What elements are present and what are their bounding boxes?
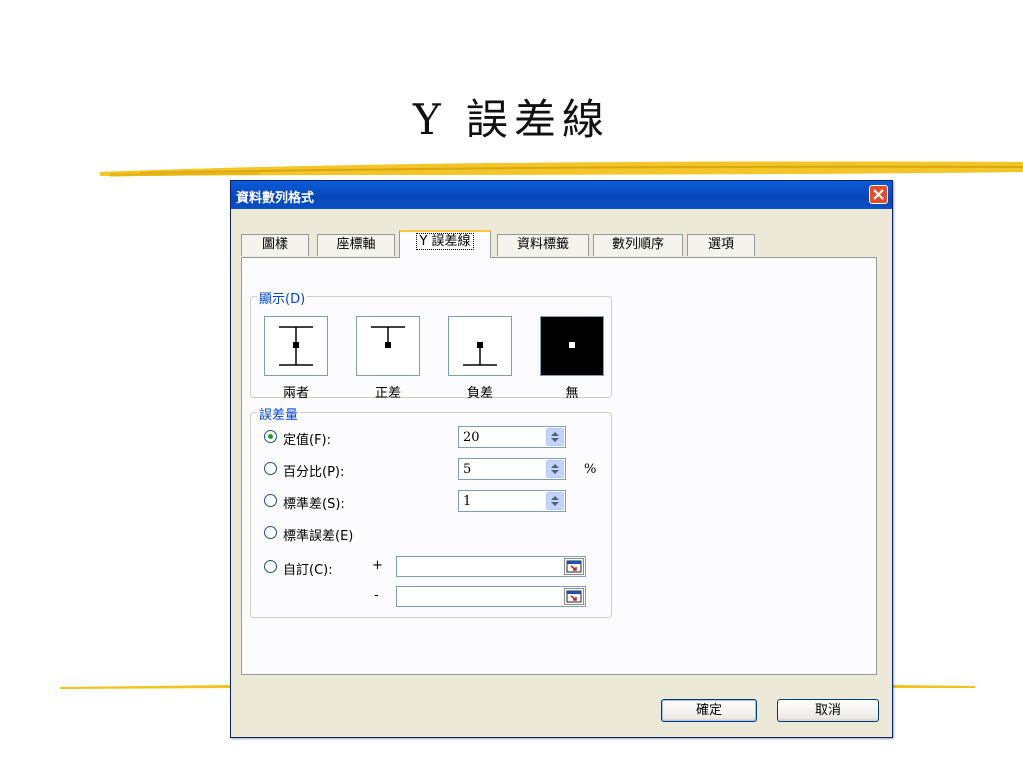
- error-bar-both-icon: [279, 326, 313, 366]
- dialog-title: 資料數列格式: [236, 191, 315, 206]
- percentage-option[interactable]: 百分比(P):: [264, 460, 464, 480]
- error-bar-none-label: 無: [565, 386, 579, 401]
- error-bar-both-button[interactable]: [264, 316, 328, 376]
- spinner-arrows-icon[interactable]: [546, 460, 564, 478]
- error-bar-none-icon: [569, 342, 575, 348]
- standard-error-option[interactable]: 標準誤差(E): [264, 524, 464, 544]
- percentage-radio[interactable]: [264, 462, 277, 475]
- close-icon: [873, 189, 884, 200]
- tab-data-labels[interactable]: 資料標籤: [497, 234, 589, 256]
- close-button[interactable]: [869, 185, 888, 204]
- title-bar[interactable]: 資料數列格式: [231, 181, 892, 209]
- collapse-dialog-button[interactable]: [564, 588, 584, 605]
- error-bar-plus-icon: [371, 326, 405, 348]
- cancel-button[interactable]: 取消: [777, 699, 879, 722]
- tab-axis[interactable]: 座標軸: [317, 234, 395, 256]
- custom-minus-field[interactable]: [396, 586, 586, 607]
- format-data-series-dialog: 資料數列格式 圖樣 座標軸 Y 誤差線 資料標籤 數列順序 選項 顯示(D) 兩…: [230, 180, 893, 738]
- tab-options[interactable]: 選項: [687, 234, 755, 256]
- fixed-value-option[interactable]: 定值(F):: [264, 428, 464, 448]
- range-select-icon: [566, 590, 582, 603]
- error-bar-plus-button[interactable]: [356, 316, 420, 376]
- error-amount-group-title: 誤差量: [257, 404, 301, 423]
- standard-error-radio[interactable]: [264, 526, 277, 539]
- ok-button[interactable]: 確定: [661, 699, 757, 722]
- tab-patterns[interactable]: 圖樣: [241, 234, 309, 256]
- collapse-dialog-button[interactable]: [564, 558, 584, 575]
- fixed-value-spinner[interactable]: 20: [458, 426, 566, 448]
- spinner-arrows-icon[interactable]: [546, 492, 564, 510]
- error-bar-none-button[interactable]: [540, 316, 604, 376]
- standard-deviation-radio[interactable]: [264, 494, 277, 507]
- decorative-brush-stroke-top: [100, 161, 1023, 177]
- spinner-arrows-icon[interactable]: [546, 428, 564, 446]
- percent-unit: %: [584, 462, 597, 477]
- error-bar-plus-label: 正差: [374, 386, 401, 401]
- custom-radio[interactable]: [264, 560, 277, 573]
- slide-title: Y 誤差線: [412, 95, 611, 144]
- error-bar-both-label: 兩者: [282, 386, 309, 401]
- error-bar-minus-icon: [463, 342, 497, 366]
- tab-panel: 顯示(D) 兩者 正差 負差 無 誤差量 定值(F): 20 百分比(P): 5…: [241, 257, 877, 675]
- tab-y-error-bars[interactable]: Y 誤差線: [399, 230, 491, 258]
- error-bar-minus-button[interactable]: [448, 316, 512, 376]
- error-bar-minus-label: 負差: [466, 386, 493, 401]
- standard-deviation-spinner[interactable]: 1: [458, 490, 566, 512]
- custom-plus-field[interactable]: [396, 556, 586, 577]
- fixed-value-radio[interactable]: [264, 430, 277, 443]
- percentage-spinner[interactable]: 5: [458, 458, 566, 480]
- tab-series-order[interactable]: 數列順序: [593, 234, 683, 256]
- custom-plus-label: +: [372, 558, 383, 573]
- custom-minus-label: -: [374, 588, 379, 603]
- standard-deviation-option[interactable]: 標準差(S):: [264, 492, 464, 512]
- custom-option[interactable]: 自訂(C):: [264, 558, 404, 578]
- range-select-icon: [566, 560, 582, 573]
- display-group-title: 顯示(D): [257, 288, 308, 307]
